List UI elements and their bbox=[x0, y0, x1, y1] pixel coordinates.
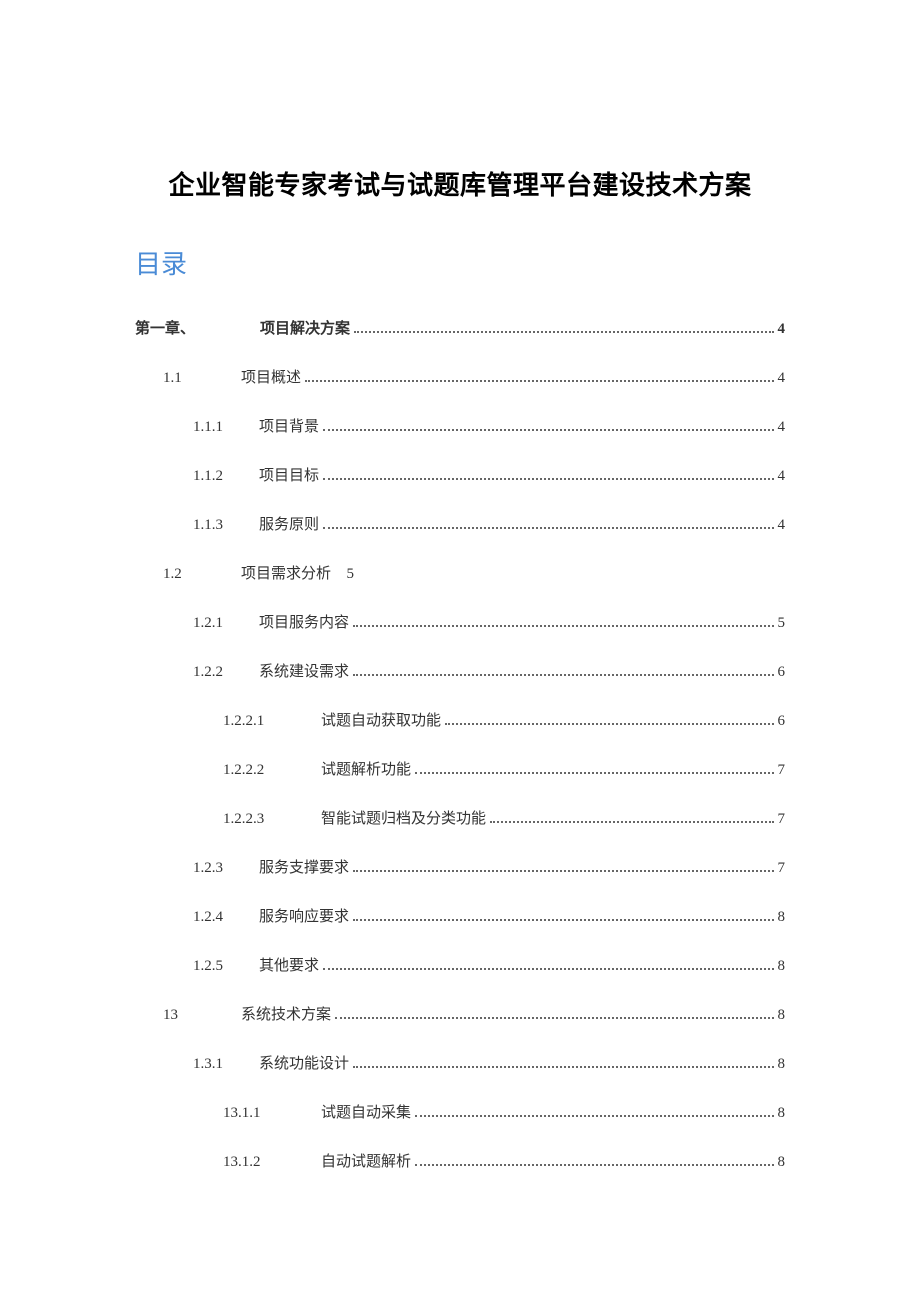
toc-entry-label: 项目概述 bbox=[241, 366, 301, 387]
toc-dots-leader bbox=[305, 380, 773, 382]
toc-dots-leader bbox=[353, 870, 773, 872]
toc-dots-leader bbox=[353, 919, 773, 921]
toc-entry-page: 7 bbox=[778, 762, 786, 779]
toc-entry-page: 4 bbox=[778, 517, 786, 534]
toc-entry[interactable]: 1.2.2.1试题自动获取功能 6 bbox=[135, 709, 785, 730]
toc-entry-number: 1.2.2.2 bbox=[223, 762, 321, 779]
toc-entry-number: 1.2.2.3 bbox=[223, 811, 321, 828]
toc-entry[interactable]: 1.3.1系统功能设计 8 bbox=[135, 1052, 785, 1073]
toc-entry-number: 1.2.3 bbox=[193, 860, 259, 877]
toc-entry-page: 7 bbox=[778, 811, 786, 828]
toc-entry-label: 项目目标 bbox=[259, 464, 319, 485]
toc-entry-page: 8 bbox=[778, 1056, 786, 1073]
toc-heading: 目录 bbox=[135, 244, 785, 281]
toc-entry-page: 5 bbox=[778, 615, 786, 632]
toc-entry-label: 项目解决方案 bbox=[260, 317, 350, 338]
toc-entry-label: 服务支撑要求 bbox=[259, 856, 349, 877]
toc-dots-leader bbox=[415, 772, 773, 774]
toc-entry-number: 13.1.1 bbox=[223, 1105, 321, 1122]
toc-dots-leader bbox=[445, 723, 773, 725]
toc-entry-page: 6 bbox=[778, 713, 786, 730]
toc-entry[interactable]: 1.2.2.3智能试题归档及分类功能 7 bbox=[135, 807, 785, 828]
toc-entry-page: 4 bbox=[778, 321, 786, 338]
toc-entry[interactable]: 1.2.3服务支撑要求 7 bbox=[135, 856, 785, 877]
toc-entry[interactable]: 1.2.1项目服务内容 5 bbox=[135, 611, 785, 632]
toc-dots-leader bbox=[353, 625, 773, 627]
toc-dots-leader bbox=[415, 1164, 773, 1166]
table-of-contents: 第一章、项目解决方案41.1项目概述41.1.1项目背景41.1.2项目目标41… bbox=[135, 317, 785, 1171]
toc-entry[interactable]: 1.1项目概述 4 bbox=[135, 366, 785, 387]
toc-entry-number: 1.1.2 bbox=[193, 468, 259, 485]
toc-dots-leader bbox=[323, 527, 773, 529]
toc-entry-page: 8 bbox=[778, 958, 786, 975]
toc-entry-number: 1.2.2 bbox=[193, 664, 259, 681]
toc-entry-number: 1.2.1 bbox=[193, 615, 259, 632]
toc-dots-leader bbox=[354, 331, 773, 333]
toc-entry-label: 服务响应要求 bbox=[259, 905, 349, 926]
toc-entry-page: 4 bbox=[778, 370, 786, 387]
toc-entry-page: 8 bbox=[778, 1105, 786, 1122]
toc-entry-page: 4 bbox=[778, 468, 786, 485]
toc-entry[interactable]: 1.1.1项目背景 4 bbox=[135, 415, 785, 436]
toc-entry-label: 系统技术方案 bbox=[241, 1003, 331, 1024]
toc-entry-page: 8 bbox=[778, 1154, 786, 1171]
toc-entry-number: 第一章、 bbox=[135, 317, 260, 338]
toc-entry[interactable]: 1.2项目需求分析 5 bbox=[135, 562, 785, 583]
toc-entry-number: 1.2 bbox=[163, 566, 241, 583]
toc-dots-leader bbox=[415, 1115, 773, 1117]
toc-entry-page: 8 bbox=[778, 909, 786, 926]
document-title: 企业智能专家考试与试题库管理平台建设技术方案 bbox=[135, 165, 785, 202]
toc-dots-leader bbox=[490, 821, 773, 823]
toc-entry-label: 智能试题归档及分类功能 bbox=[321, 807, 486, 828]
toc-entry[interactable]: 13系统技术方案 8 bbox=[135, 1003, 785, 1024]
toc-entry-page: 4 bbox=[778, 419, 786, 436]
toc-entry-page: 6 bbox=[778, 664, 786, 681]
toc-entry[interactable]: 1.1.2项目目标 4 bbox=[135, 464, 785, 485]
toc-entry-number: 1.1 bbox=[163, 370, 241, 387]
toc-entry[interactable]: 1.2.5其他要求 8 bbox=[135, 954, 785, 975]
toc-entry-label: 服务原则 bbox=[259, 513, 319, 534]
toc-entry-number: 1.2.2.1 bbox=[223, 713, 321, 730]
toc-dots-leader bbox=[353, 674, 773, 676]
toc-entry-page: 8 bbox=[778, 1007, 786, 1024]
toc-entry[interactable]: 1.2.2.2试题解析功能 7 bbox=[135, 758, 785, 779]
toc-entry[interactable]: 1.2.4服务响应要求 8 bbox=[135, 905, 785, 926]
toc-dots-leader bbox=[323, 478, 773, 480]
toc-entry[interactable]: 第一章、项目解决方案 4 bbox=[135, 317, 785, 338]
toc-entry[interactable]: 1.2.2系统建设需求 6 bbox=[135, 660, 785, 681]
toc-entry-number: 1.1.3 bbox=[193, 517, 259, 534]
toc-entry-label: 试题自动获取功能 bbox=[321, 709, 441, 730]
toc-entry-label: 其他要求 bbox=[259, 954, 319, 975]
toc-entry[interactable]: 13.1.1试题自动采集 8 bbox=[135, 1101, 785, 1122]
toc-entry-number: 1.3.1 bbox=[193, 1056, 259, 1073]
toc-dots-leader bbox=[323, 429, 773, 431]
toc-dots-leader bbox=[335, 1017, 773, 1019]
toc-entry-page: 7 bbox=[778, 860, 786, 877]
toc-entry[interactable]: 13.1.2自动试题解析 8 bbox=[135, 1150, 785, 1171]
toc-entry-label: 项目背景 bbox=[259, 415, 319, 436]
toc-dots-leader bbox=[323, 968, 773, 970]
toc-entry-label: 系统功能设计 bbox=[259, 1052, 349, 1073]
toc-entry-number: 1.1.1 bbox=[193, 419, 259, 436]
toc-entry-number: 13.1.2 bbox=[223, 1154, 321, 1171]
toc-entry-label: 试题解析功能 bbox=[321, 758, 411, 779]
toc-entry-number: 1.2.5 bbox=[193, 958, 259, 975]
toc-dots-leader bbox=[353, 1066, 773, 1068]
toc-entry-number: 13 bbox=[163, 1007, 241, 1024]
toc-entry[interactable]: 1.1.3服务原则 4 bbox=[135, 513, 785, 534]
toc-entry-label: 系统建设需求 bbox=[259, 660, 349, 681]
toc-entry-label: 试题自动采集 bbox=[321, 1101, 411, 1122]
toc-entry-label: 自动试题解析 bbox=[321, 1150, 411, 1171]
toc-entry-label: 项目服务内容 bbox=[259, 611, 349, 632]
toc-entry-page: 5 bbox=[347, 566, 355, 583]
document-page: 企业智能专家考试与试题库管理平台建设技术方案 目录 第一章、项目解决方案41.1… bbox=[0, 0, 920, 1171]
toc-entry-label: 项目需求分析 bbox=[241, 562, 331, 583]
toc-entry-number: 1.2.4 bbox=[193, 909, 259, 926]
